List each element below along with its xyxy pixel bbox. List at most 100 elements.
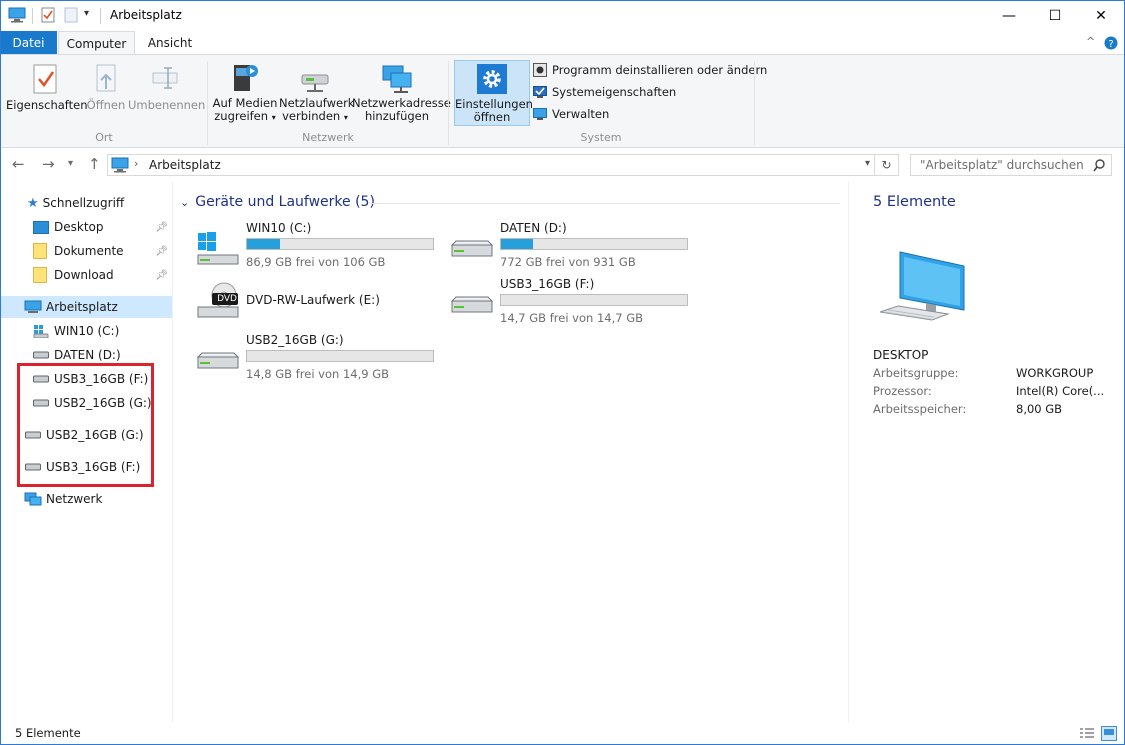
settings-gear-icon (477, 64, 507, 94)
drive-usage-fill (501, 239, 533, 249)
open-button[interactable]: Öffnen (86, 63, 126, 112)
nav-desktop[interactable]: Desktop 📌︎ (0, 216, 172, 238)
drive-tile-d[interactable]: DATEN (D:) 772 GB frei von 931 GB (450, 221, 700, 271)
nav-quick-access[interactable]: ★ Schnellzugriff (0, 192, 172, 214)
open-label: Öffnen (86, 98, 126, 112)
properties-quick-icon[interactable] (41, 7, 55, 23)
folder-icon (33, 267, 47, 283)
properties-button[interactable]: Eigenschaften (6, 63, 88, 112)
recent-locations-icon[interactable]: ▾ (68, 158, 73, 169)
access-media-button[interactable]: Auf Medien zugreifen ▾ (212, 61, 278, 124)
pin-icon[interactable]: 📌︎ (155, 270, 168, 281)
drive-name: USB3_16GB (F:) (500, 277, 595, 291)
computer-icon (111, 157, 129, 173)
nav-network[interactable]: Netzwerk (0, 488, 172, 510)
ribbon-tabs: Datei Computer Ansicht ^ ? (0, 31, 1125, 55)
details-key-processor: Prozessor: (873, 384, 932, 398)
add-network-location-button[interactable]: Netzwerkadresse hinzufügen (352, 61, 451, 123)
new-folder-quick-icon[interactable] (64, 7, 78, 23)
star-icon: ★ (27, 195, 39, 211)
windows-drive-icon (197, 232, 239, 265)
manage-icon (533, 108, 547, 120)
tab-view[interactable]: Ansicht (140, 31, 200, 55)
details-computer-name: DESKTOP (873, 348, 929, 362)
group-label-netzwerk: Netzwerk (302, 131, 354, 144)
drive-name: DVD-RW-Laufwerk (E:) (246, 293, 380, 307)
back-arrow-icon[interactable]: ← (12, 155, 25, 173)
minimize-button[interactable]: — (986, 0, 1032, 31)
pin-icon[interactable]: 📌︎ (155, 222, 168, 233)
dropdown-arrow-icon: ▾ (343, 113, 348, 122)
breadcrumb-current[interactable]: Arbeitsplatz (149, 158, 221, 172)
drive-tile-e[interactable]: DVD DVD-RW-Laufwerk (E:) (196, 282, 446, 333)
uninstall-program-button[interactable]: Programm deinstallieren oder ändern (533, 63, 767, 77)
drive-name: DATEN (D:) (500, 221, 567, 235)
help-icon[interactable]: ? (1104, 36, 1118, 50)
details-value-workgroup: WORKGROUP (1016, 366, 1094, 380)
nav-label: Dokumente (54, 244, 124, 258)
hard-drive-icon (450, 240, 494, 257)
drive-usage-bar (500, 238, 688, 250)
system-properties-icon (533, 86, 547, 98)
large-icons-view-icon[interactable] (1101, 726, 1117, 741)
forward-arrow-icon[interactable]: → (42, 155, 55, 173)
properties-label: Eigenschaften (6, 98, 88, 112)
nav-download[interactable]: Download 📌︎ (0, 264, 172, 286)
drive-tile-c[interactable]: WIN10 (C:) 86,9 GB frei von 106 GB (196, 221, 446, 271)
customize-quick-access-icon[interactable]: ▾ (84, 8, 89, 19)
drive-space-info: 14,7 GB frei von 14,7 GB (500, 311, 644, 325)
highlight-annotation (17, 363, 154, 487)
details-key-workgroup: Arbeitsgruppe: (873, 366, 959, 380)
computer-icon (8, 7, 26, 23)
nav-documents[interactable]: Dokumente 📌︎ (0, 240, 172, 262)
hard-drive-icon (33, 351, 49, 359)
drive-space-info: 14,8 GB frei von 14,9 GB (246, 367, 390, 381)
pin-icon[interactable]: 📌︎ (155, 246, 168, 257)
drive-space-info: 772 GB frei von 931 GB (500, 255, 636, 269)
dropdown-arrow-icon: ▾ (271, 113, 276, 122)
uninstall-label: Programm deinstallieren oder ändern (552, 63, 768, 77)
rename-button[interactable]: Umbenennen (128, 63, 205, 112)
collapse-ribbon-icon[interactable]: ^ (1086, 35, 1095, 48)
group-title: Geräte und Laufwerke (5) (195, 194, 375, 210)
drive-name: WIN10 (C:) (246, 221, 312, 235)
nav-label: Arbeitsplatz (46, 300, 118, 314)
details-value-memory: 8,00 GB (1016, 402, 1063, 416)
search-input[interactable]: "Arbeitsplatz" durchsuchen (910, 154, 1112, 176)
access-media-label-2: zugreifen (214, 109, 269, 123)
removable-drive-icon (450, 296, 494, 313)
open-settings-button[interactable]: Einstellungen öffnen (454, 60, 533, 126)
ribbon: Eigenschaften Öffnen Umbenennen Ort Auf … (0, 54, 1125, 148)
network-icon (24, 492, 42, 506)
nav-this-pc[interactable]: Arbeitsplatz (0, 296, 172, 318)
address-bar[interactable]: › Arbeitsplatz ▾ (107, 154, 875, 176)
nav-label: Desktop (54, 220, 104, 234)
open-icon (96, 64, 116, 92)
desktop-icon (33, 220, 49, 234)
manage-button[interactable]: Verwalten (533, 107, 609, 121)
group-header-devices[interactable]: ⌄ Geräte und Laufwerke (5) (180, 194, 375, 210)
network-location-icon (382, 65, 412, 93)
drive-tile-g[interactable]: USB2_16GB (G:) 14,8 GB frei von 14,9 GB (196, 333, 446, 383)
maximize-button[interactable]: ☐ (1032, 0, 1078, 31)
tab-computer[interactable]: Computer (58, 31, 135, 55)
address-dropdown-icon[interactable]: ▾ (865, 158, 870, 169)
window-title: Arbeitsplatz (110, 8, 182, 22)
group-label-system: System (580, 131, 622, 144)
drive-usage-bar (246, 238, 434, 250)
properties-icon (33, 64, 57, 94)
map-network-drive-button[interactable]: Netzlaufwerk verbinden ▾ (279, 61, 354, 124)
nav-label: WIN10 (C:) (54, 324, 120, 338)
system-properties-label: Systemeigenschaften (552, 85, 677, 99)
search-placeholder: "Arbeitsplatz" durchsuchen (920, 158, 1084, 172)
details-view-icon[interactable] (1079, 727, 1095, 740)
drive-tile-f[interactable]: USB3_16GB (F:) 14,7 GB frei von 14,7 GB (450, 277, 700, 327)
computer-large-icon (879, 251, 965, 321)
drive-space-info: 86,9 GB frei von 106 GB (246, 255, 386, 269)
refresh-button[interactable]: ↻ (875, 154, 899, 176)
tab-file[interactable]: Datei (0, 31, 57, 55)
up-arrow-icon[interactable]: ↑ (88, 155, 101, 173)
nav-drive-c[interactable]: WIN10 (C:) (0, 320, 172, 342)
system-properties-button[interactable]: Systemeigenschaften (533, 85, 676, 99)
close-button[interactable]: ✕ (1078, 0, 1124, 31)
